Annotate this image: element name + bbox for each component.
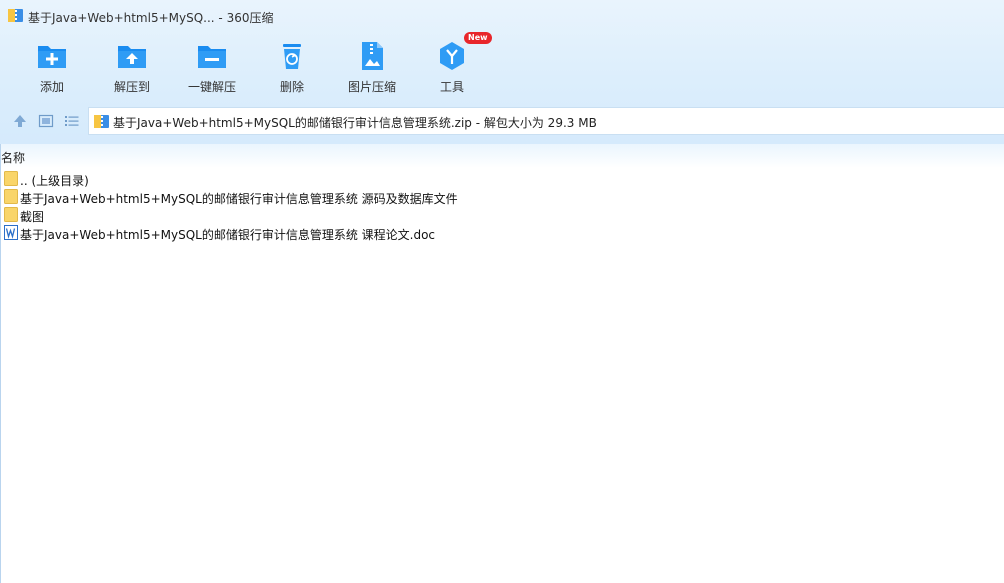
- list-item-label: 基于Java+Web+html5+MySQL的邮储银行审计信息管理系统 课程论文…: [20, 228, 436, 242]
- file-list-header: 名称: [0, 144, 1004, 168]
- one-click-extract-button[interactable]: 一键解压: [172, 36, 252, 98]
- extract-to-button-label: 解压到: [113, 80, 150, 94]
- list-item-parent-dir[interactable]: .. (上级目录): [0, 170, 1004, 188]
- image-compress-button-label: 图片压缩: [347, 80, 396, 94]
- file-list: .. (上级目录) 基于Java+Web+html5+MySQL的邮储银行审计信…: [0, 168, 1004, 583]
- folder-icon: [4, 171, 18, 186]
- up-arrow-icon[interactable]: [12, 113, 28, 129]
- main-toolbar: 添加 解压到 一键解压 删除 图片压缩 New 工具: [0, 32, 1004, 98]
- image-compress-icon: [362, 42, 383, 70]
- zip-archive-icon: [8, 9, 23, 22]
- new-badge: New: [464, 32, 492, 44]
- add-button-label: 添加: [39, 80, 64, 94]
- tools-icon: [440, 42, 464, 70]
- zip-archive-icon: [94, 115, 109, 128]
- list-item[interactable]: 基于Java+Web+html5+MySQL的邮储银行审计信息管理系统 源码及数…: [0, 188, 1004, 206]
- extract-to-icon: [118, 46, 146, 68]
- add-button[interactable]: 添加: [12, 36, 92, 98]
- app-window: 基于Java+Web+html5+MySQ... - 360压缩 添加 解压到 …: [0, 0, 1004, 583]
- image-compress-button[interactable]: 图片压缩: [332, 36, 412, 98]
- delete-icon: [283, 44, 301, 69]
- delete-button[interactable]: 删除: [252, 36, 332, 98]
- archive-path-text: 基于Java+Web+html5+MySQL的邮储银行审计信息管理系统.zip …: [113, 116, 597, 130]
- tools-button[interactable]: New 工具: [412, 32, 492, 98]
- folder-icon: [4, 189, 18, 204]
- list-item-label: .. (上级目录): [20, 174, 89, 188]
- folder-icon: [4, 207, 18, 222]
- one-click-extract-icon: [198, 46, 226, 68]
- word-document-icon: [4, 225, 18, 240]
- list-view-icon[interactable]: [64, 113, 80, 129]
- extract-to-button[interactable]: 解压到: [92, 36, 172, 98]
- list-item[interactable]: 基于Java+Web+html5+MySQL的邮储银行审计信息管理系统 课程论文…: [0, 224, 1004, 242]
- list-item-label: 基于Java+Web+html5+MySQL的邮储银行审计信息管理系统 源码及数…: [20, 192, 458, 206]
- add-folder-icon: [38, 46, 66, 68]
- column-header-name[interactable]: 名称: [1, 149, 25, 166]
- address-bar: 基于Java+Web+html5+MySQL的邮储银行审计信息管理系统.zip …: [0, 107, 1004, 135]
- path-field[interactable]: 基于Java+Web+html5+MySQL的邮储银行审计信息管理系统.zip …: [88, 107, 1004, 135]
- delete-button-label: 删除: [279, 80, 304, 94]
- header-area: 基于Java+Web+html5+MySQ... - 360压缩 添加 解压到 …: [0, 0, 1004, 144]
- one-click-extract-button-label: 一键解压: [187, 80, 236, 94]
- window-title: 基于Java+Web+html5+MySQ... - 360压缩: [28, 11, 274, 25]
- thumbnail-view-icon[interactable]: [38, 113, 54, 129]
- tools-button-label: 工具: [439, 80, 464, 94]
- list-item-label: 截图: [20, 210, 45, 224]
- list-item[interactable]: 截图: [0, 206, 1004, 224]
- title-bar: 基于Java+Web+html5+MySQ... - 360压缩: [0, 0, 1004, 32]
